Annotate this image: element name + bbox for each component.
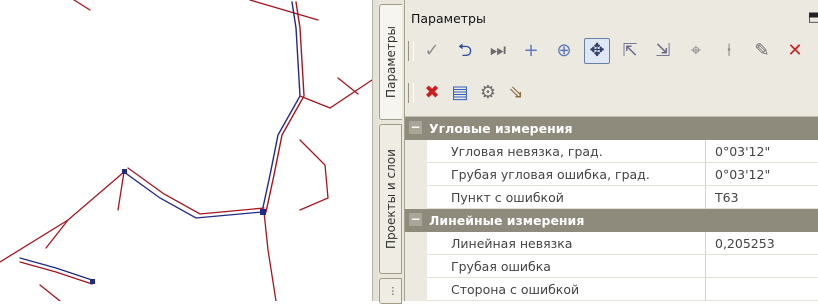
traverse-line[interactable] — [337, 77, 359, 95]
apply-icon[interactable]: ✓ — [419, 38, 445, 64]
property-row[interactable]: Угловая невязка, град. 0°03'12" — [405, 140, 818, 163]
next-point-icon[interactable]: ⏭ — [485, 38, 511, 64]
property-value[interactable] — [705, 255, 818, 278]
category-row[interactable]: − Угловые измерения — [405, 117, 818, 140]
survey-point[interactable] — [122, 169, 127, 174]
collapse-toggle-icon[interactable]: − — [409, 213, 422, 226]
snap-target-icon[interactable]: ✥ — [584, 38, 610, 64]
settings-icon[interactable]: ⚙ — [475, 80, 501, 106]
pin-icon[interactable]: ⬒ — [808, 10, 818, 25]
property-value[interactable]: 0°03'12" — [705, 163, 818, 186]
add-point-icon[interactable]: + — [518, 38, 544, 64]
category-row[interactable]: − Линейные измерения — [405, 209, 818, 232]
category-label: Линейные измерения — [429, 213, 585, 228]
property-value[interactable] — [705, 278, 818, 301]
property-name: Пункт с ошибкой — [451, 190, 564, 205]
property-name: Сторона с ошибкой — [451, 282, 580, 297]
survey-point[interactable] — [260, 209, 266, 215]
traverse-line[interactable] — [0, 171, 125, 263]
tab-parameters[interactable]: Параметры — [379, 4, 402, 120]
traverse-line[interactable] — [45, 219, 69, 249]
tab-label: ... — [385, 286, 396, 296]
row-gutter — [405, 232, 427, 255]
vertical-tab-strip: Параметры Проекты и слои ... — [378, 0, 405, 304]
row-gutter — [405, 163, 427, 186]
property-row[interactable]: Грубая угловая ошибка, град. 0°03'12" — [405, 163, 818, 186]
property-name: Грубая ошибка — [451, 259, 551, 274]
delete-icon[interactable]: ✖ — [419, 80, 445, 106]
traverse-line[interactable] — [299, 139, 329, 211]
toolbar-grip[interactable] — [408, 83, 414, 103]
traverse-line[interactable] — [127, 167, 265, 215]
undo-arrow-icon[interactable]: ⮌ — [452, 38, 478, 64]
row-gutter — [405, 186, 427, 209]
traverse-line[interactable] — [117, 171, 125, 211]
tab-projects-layers[interactable]: Проекты и слои — [379, 124, 402, 274]
survey-drawing[interactable] — [0, 0, 372, 301]
traverse-line-selected[interactable] — [261, 1, 301, 213]
row-gutter — [405, 140, 427, 163]
property-grid: − Угловые измерения Угловая невязка, град.… — [405, 116, 818, 302]
traverse-line-selected[interactable] — [19, 257, 93, 281]
calculate-icon[interactable]: ⇘ — [503, 80, 529, 106]
traverse-line[interactable] — [73, 0, 91, 11]
traverse-line[interactable] — [263, 211, 277, 301]
property-row[interactable]: Пункт с ошибкой T63 — [405, 186, 818, 209]
collapse-toggle-icon[interactable]: − — [409, 121, 422, 134]
panel-titlebar: Параметры ⬒ — [405, 8, 818, 30]
property-row[interactable]: Грубая ошибка — [405, 255, 818, 278]
traverse-line[interactable] — [249, 0, 319, 21]
category-label: Угловые измерения — [429, 121, 573, 136]
add-node-icon[interactable]: ⍿ — [716, 38, 742, 64]
property-value[interactable]: 0°03'12" — [705, 140, 818, 163]
tab-more[interactable]: ... — [379, 278, 402, 304]
tab-label: Проекты и слои — [383, 149, 398, 249]
traverse-line[interactable] — [39, 284, 61, 301]
toolbar-grip[interactable] — [408, 41, 414, 61]
traverse-line[interactable] — [19, 261, 93, 285]
property-row[interactable]: Сторона с ошибкой — [405, 278, 818, 301]
property-name: Линейная невязка — [451, 236, 573, 251]
property-name: Угловая невязка, град. — [451, 144, 603, 159]
property-value[interactable]: 0,205253 — [705, 232, 818, 255]
property-value[interactable]: T63 — [705, 186, 818, 209]
survey-point[interactable] — [90, 279, 95, 284]
row-gutter — [405, 278, 427, 301]
map-canvas[interactable] — [0, 0, 372, 301]
toolbar-actions: ✖ ▤ ⚙ ⇘ — [405, 76, 818, 108]
close-x-icon[interactable]: ✕ — [782, 38, 808, 64]
property-name: Грубая угловая ошибка, град. — [451, 167, 650, 182]
traverse-line[interactable] — [265, 1, 305, 213]
property-row[interactable]: Линейная невязка 0,205253 — [405, 232, 818, 255]
tab-label: Параметры — [384, 26, 398, 98]
select-tool-icon[interactable]: ⇲ — [650, 38, 676, 64]
parameters-panel: Параметры ⬒ ✓ ⮌ ⏭ + ⊕ ✥ ⇱ ⇲ ⌖ ⍿ ✎ ✕ ✖ ▤ ⚙ ⇘ − Угловые и… — [405, 0, 818, 302]
target-icon[interactable]: ⊕ — [551, 38, 577, 64]
document-icon[interactable]: ▤ — [447, 80, 473, 106]
traverse-line[interactable] — [299, 79, 372, 109]
traverse-line-selected[interactable] — [123, 171, 263, 219]
row-gutter — [405, 255, 427, 278]
select-object-icon[interactable]: ⇱ — [617, 38, 643, 64]
toolbar-tools: ✓ ⮌ ⏭ + ⊕ ✥ ⇱ ⇲ ⌖ ⍿ ✎ ✕ — [405, 34, 818, 66]
panel-title: Параметры — [411, 11, 486, 26]
measure-icon[interactable]: ⌖ — [683, 38, 709, 64]
pencil-icon[interactable]: ✎ — [749, 38, 775, 64]
